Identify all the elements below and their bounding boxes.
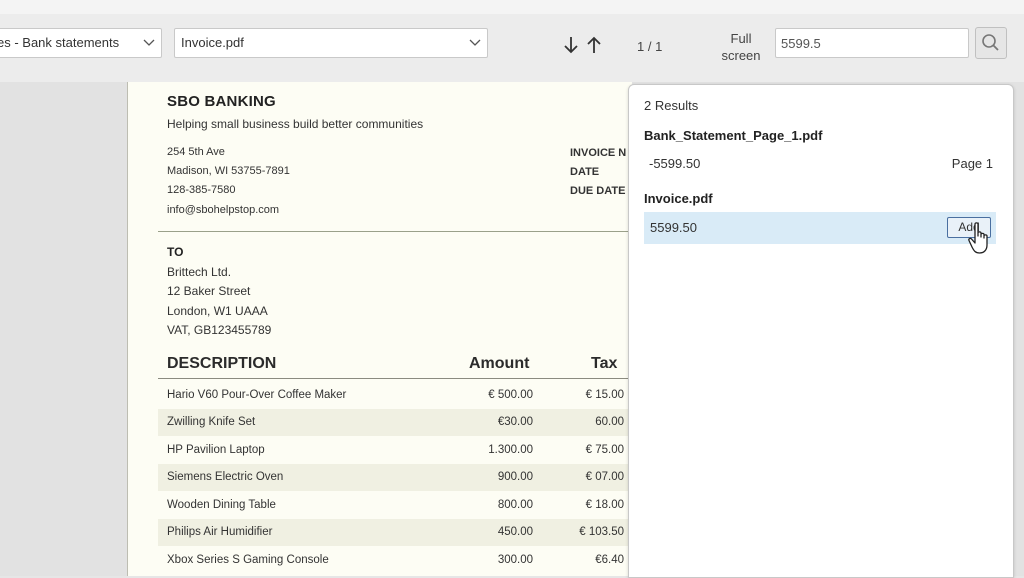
- item-amount: 1.300.00: [488, 444, 533, 456]
- item-tax: € 18.00: [585, 499, 624, 511]
- date-label: DATE: [570, 166, 600, 178]
- address-line: Madison, WI 53755-7891: [167, 165, 290, 177]
- item-tax: €6.40: [595, 554, 624, 566]
- search-input[interactable]: [775, 28, 969, 58]
- due-date-label: DUE DATE: [570, 185, 626, 197]
- item-description: Xbox Series S Gaming Console: [167, 554, 329, 566]
- invoice-page: SBO BANKING Helping small business build…: [127, 82, 632, 576]
- search-button[interactable]: [975, 27, 1007, 59]
- company-tagline: Helping small business build better comm…: [167, 117, 424, 131]
- item-tax: € 103.50: [579, 526, 624, 538]
- document-set-label: es - Bank statements: [0, 35, 120, 50]
- result-value: 5599.50: [650, 220, 697, 235]
- chevron-down-icon: [143, 29, 155, 57]
- table-row: Xbox Series S Gaming Console 300.00 €6.4…: [158, 547, 632, 574]
- table-row: HP Pavilion Laptop 1.300.00 € 75.00: [158, 437, 632, 464]
- result-file-title: Bank_Statement_Page_1.pdf: [644, 128, 823, 143]
- search-icon: [976, 34, 1006, 62]
- chevron-down-icon: [469, 29, 481, 57]
- results-count: 2 Results: [644, 98, 699, 113]
- item-tax: 60.00: [595, 416, 624, 428]
- search-result-item-selected[interactable]: 5599.50 Add: [644, 212, 996, 244]
- item-description: Zwilling Knife Set: [167, 416, 256, 428]
- recipient-line: Brittech Ltd.: [167, 265, 232, 279]
- table-row: Wooden Dining Table 800.00 € 18.00: [158, 492, 632, 519]
- item-amount: € 500.00: [488, 389, 533, 401]
- item-tax: € 15.00: [585, 389, 624, 401]
- divider: [158, 231, 632, 232]
- company-name: SBO BANKING: [167, 93, 276, 110]
- fullscreen-button[interactable]: Full screen: [714, 30, 768, 64]
- page-indicator: 1 / 1: [637, 39, 663, 54]
- result-value: -5599.50: [649, 156, 701, 171]
- search-results-panel: 2 Results Bank_Statement_Page_1.pdf -559…: [628, 84, 1014, 578]
- amount-header: Amount: [469, 355, 530, 372]
- file-dropdown[interactable]: Invoice.pdf: [174, 28, 488, 58]
- table-header-rule: [158, 378, 632, 379]
- previous-result-arrow-up-icon[interactable]: [585, 35, 603, 59]
- address-line: 254 5th Ave: [167, 146, 225, 158]
- result-page: Page 1: [951, 156, 993, 171]
- recipient-line: VAT, GB123455789: [167, 323, 272, 337]
- document-set-dropdown[interactable]: es - Bank statements: [0, 28, 162, 58]
- recipient-line: 12 Baker Street: [167, 284, 251, 298]
- result-file-title: Invoice.pdf: [644, 191, 713, 206]
- item-amount: €30.00: [497, 416, 533, 428]
- next-result-arrow-down-icon[interactable]: [562, 35, 580, 59]
- item-amount: 900.00: [497, 471, 533, 483]
- to-label: TO: [167, 245, 184, 259]
- phone-line: 128-385-7580: [167, 184, 236, 196]
- item-description: HP Pavilion Laptop: [167, 444, 265, 456]
- item-description: Siemens Electric Oven: [167, 471, 284, 483]
- item-description: Hario V60 Pour-Over Coffee Maker: [167, 389, 347, 401]
- email-line: info@sbohelpstop.com: [167, 204, 280, 216]
- item-description: Philips Air Humidifier: [167, 526, 273, 538]
- item-tax: € 75.00: [585, 444, 624, 456]
- item-tax: € 07.00: [585, 471, 624, 483]
- item-amount: 450.00: [497, 526, 533, 538]
- table-row: Philips Air Humidifier 450.00 € 103.50: [158, 519, 632, 546]
- invoice-number-label: INVOICE N: [570, 147, 627, 159]
- item-description: Wooden Dining Table: [167, 499, 276, 511]
- tax-header: Tax: [591, 355, 618, 372]
- top-strip: [0, 0, 1024, 14]
- table-row: Siemens Electric Oven 900.00 € 07.00: [158, 464, 632, 491]
- table-row: Zwilling Knife Set €30.00 60.00: [158, 409, 632, 436]
- fullscreen-label-line2: screen: [721, 48, 761, 63]
- fullscreen-label-line1: Full: [730, 31, 752, 46]
- table-row: Hario V60 Pour-Over Coffee Maker € 500.0…: [158, 382, 632, 409]
- description-header: DESCRIPTION: [167, 355, 277, 372]
- file-dropdown-label: Invoice.pdf: [181, 35, 244, 50]
- item-amount: 300.00: [497, 554, 533, 566]
- item-amount: 800.00: [497, 499, 533, 511]
- recipient-line: London, W1 UAAA: [167, 304, 268, 318]
- hand-cursor-icon: [967, 222, 993, 263]
